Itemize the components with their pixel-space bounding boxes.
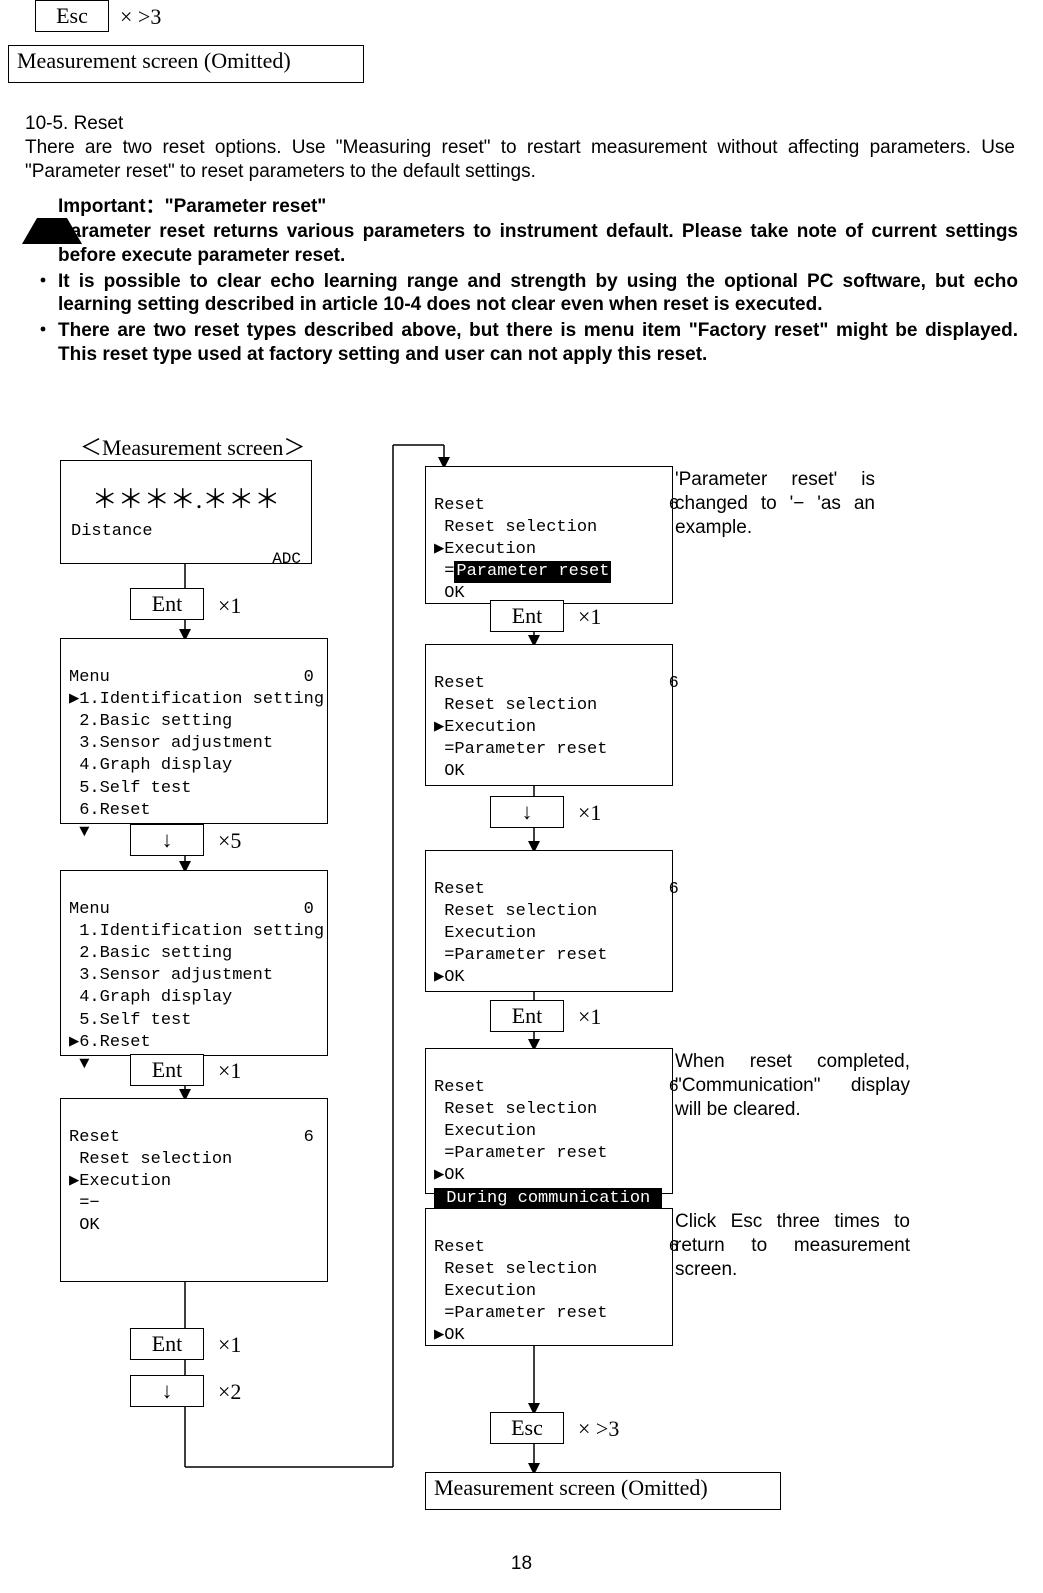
ent-count-r2: ×1 — [578, 1004, 601, 1030]
section-intro: There are two reset options. Use "Measur… — [25, 136, 1015, 184]
ent-key-r2: Ent — [490, 1000, 564, 1032]
reset-box-r1: Reset 6 Reset selection ▶Execution =Para… — [425, 466, 673, 604]
measurement-screen-omitted-bottom: Measurement screen (Omitted) — [425, 1472, 781, 1510]
reset-box-r4: Reset 6 Reset selection Execution =Param… — [425, 1048, 673, 1194]
note-2: When reset completed, "Communication" di… — [675, 1050, 910, 1121]
reset-box-r5: Reset 6 Reset selection Execution =Param… — [425, 1208, 673, 1346]
down-count-r1: ×1 — [578, 800, 601, 826]
ent-count-3: ×1 — [218, 1332, 241, 1358]
measurement-screen-box: ＊＊＊＊.＊＊＊ Distance ADC — [60, 460, 312, 564]
esc-count-r: × >3 — [578, 1416, 619, 1442]
measurement-value: ＊＊＊＊.＊＊＊ — [61, 479, 311, 516]
reset-box-left: Reset 6 Reset selection ▶Execution =− OK — [60, 1098, 328, 1282]
measurement-screen-title: ＜Measurement screen＞ — [80, 430, 305, 462]
down-count-5: ×5 — [218, 828, 241, 854]
important-bullet-1: ・Parameter reset returns various paramet… — [28, 220, 1018, 268]
note-1: 'Parameter reset' is changed to '− 'as a… — [675, 468, 875, 539]
reset-box-r2: Reset 6 Reset selection ▶Execution =Para… — [425, 644, 673, 786]
down-key-2: ↓ — [130, 1375, 204, 1407]
ent-count-r1: ×1 — [578, 604, 601, 630]
section-heading: 10-5. Reset — [25, 112, 1015, 136]
ent-key-2: Ent — [130, 1054, 204, 1086]
down-key-r1: ↓ — [490, 796, 564, 828]
ent-key-1: Ent — [130, 588, 204, 620]
esc-key: Esc — [35, 0, 109, 32]
down-key-1: ↓ — [130, 824, 204, 856]
ent-key-r1: Ent — [490, 600, 564, 632]
ent-key-3: Ent — [130, 1328, 204, 1360]
measurement-screen-omitted-top: Measurement screen (Omitted) — [8, 45, 364, 83]
page-number: 18 — [0, 1553, 1043, 1575]
important-bullet-3: ・There are two reset types described abo… — [28, 319, 1018, 367]
down-count-2: ×2 — [218, 1379, 241, 1405]
note-3: Click Esc three times to return to measu… — [675, 1210, 910, 1281]
ent-count-2: ×1 — [218, 1058, 241, 1084]
measurement-indicator: ADC — [272, 549, 301, 569]
menu-box-2: Menu 0 1.Identification setting 2.Basic … — [60, 870, 328, 1056]
esc-count: × >3 — [120, 4, 161, 30]
ent-count-1: ×1 — [218, 593, 241, 619]
measurement-label: Distance — [71, 521, 153, 543]
important-bullet-2: ・It is possible to clear echo learning r… — [28, 270, 1018, 318]
reset-box-r3: Reset 6 Reset selection Execution =Param… — [425, 850, 673, 992]
menu-box-1: Menu 0 ▶1.Identification setting 2.Basic… — [60, 638, 328, 824]
esc-key-r: Esc — [490, 1412, 564, 1444]
important-title: Important："Parameter reset" — [58, 195, 326, 219]
